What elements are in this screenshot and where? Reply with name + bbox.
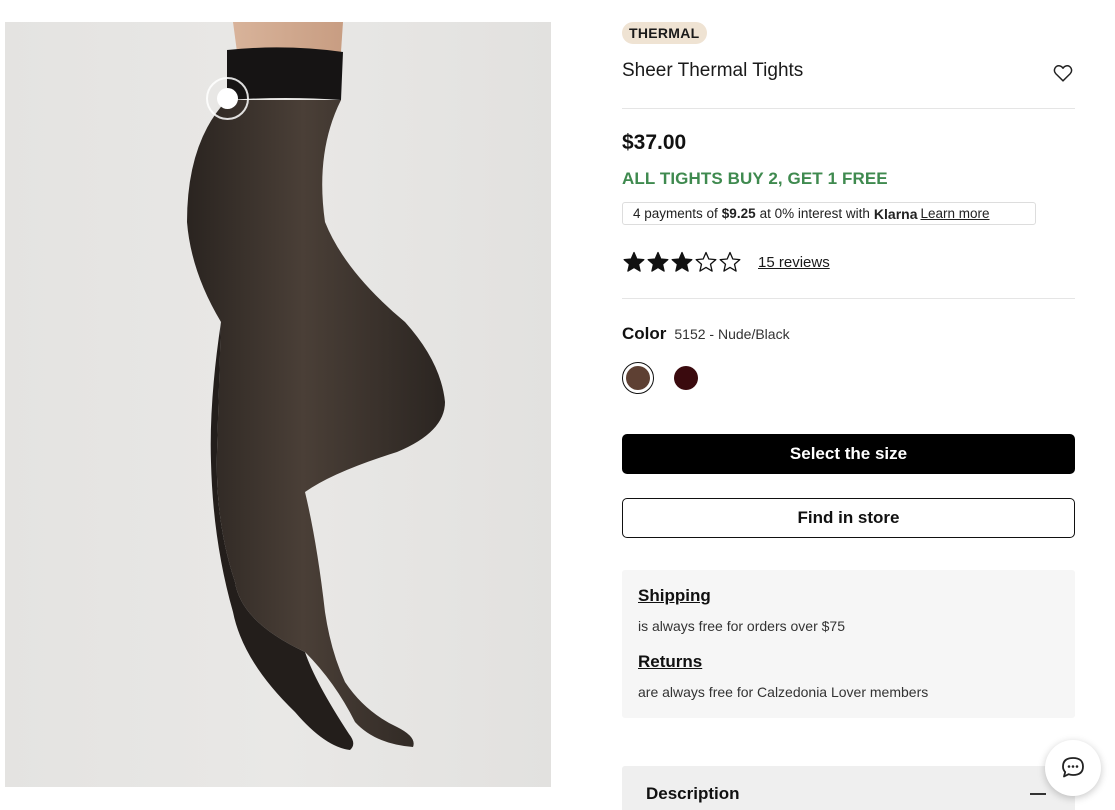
klarna-banner: 4 payments of $9.25 at 0% interest with … xyxy=(622,202,1036,225)
star-filled-icon xyxy=(671,251,693,272)
klarna-learn-more-link[interactable]: Learn more xyxy=(920,206,989,221)
heart-icon xyxy=(1053,65,1073,82)
product-title: Sheer Thermal Tights xyxy=(622,60,804,81)
category-badge: THERMAL xyxy=(622,22,707,44)
image-hotspot[interactable] xyxy=(206,77,249,120)
product-photo xyxy=(187,22,445,750)
shipping-returns-box: Shipping is always free for orders over … xyxy=(622,570,1075,718)
color-swatch-nude-black[interactable] xyxy=(622,362,654,394)
klarna-middle: at 0% interest with xyxy=(759,206,870,221)
chat-bubble-icon xyxy=(1062,757,1084,778)
hotspot-dot xyxy=(217,88,238,109)
color-value: 5152 - Nude/Black xyxy=(674,326,790,342)
color-label: Color xyxy=(622,324,667,343)
swatch-fill xyxy=(674,366,698,390)
klarna-amount: $9.25 xyxy=(721,206,756,221)
shipping-link[interactable]: Shipping xyxy=(638,586,711,606)
product-image[interactable] xyxy=(5,22,551,787)
star-empty-icon xyxy=(719,251,741,272)
divider xyxy=(622,108,1075,109)
star-filled-icon xyxy=(623,251,645,272)
color-swatch-burgundy[interactable] xyxy=(670,362,702,394)
returns-text: are always free for Calzedonia Lover mem… xyxy=(638,684,929,700)
find-in-store-button[interactable]: Find in store xyxy=(622,498,1075,538)
description-label: Description xyxy=(646,784,740,803)
product-price: $37.00 xyxy=(622,131,687,154)
shipping-text: is always free for orders over $75 xyxy=(638,618,845,634)
reviews-link[interactable]: 15 reviews xyxy=(758,254,830,271)
color-row: Color 5152 - Nude/Black xyxy=(622,324,790,344)
klarna-prefix: 4 payments of xyxy=(633,206,718,221)
select-size-button[interactable]: Select the size xyxy=(622,434,1075,474)
swatch-fill xyxy=(626,366,650,390)
star-empty-icon xyxy=(695,251,717,272)
promo-text: ALL TIGHTS BUY 2, GET 1 FREE xyxy=(622,169,888,188)
wishlist-button[interactable] xyxy=(1052,62,1074,84)
star-filled-icon xyxy=(647,251,669,272)
rating: 15 reviews xyxy=(622,250,830,274)
rating-stars xyxy=(622,250,742,274)
returns-link[interactable]: Returns xyxy=(638,652,702,672)
description-accordion[interactable]: Description xyxy=(622,766,1075,810)
klarna-logo: Klarna xyxy=(873,205,918,222)
minus-icon xyxy=(1030,793,1046,795)
divider xyxy=(622,298,1075,299)
chat-button[interactable] xyxy=(1045,740,1101,796)
